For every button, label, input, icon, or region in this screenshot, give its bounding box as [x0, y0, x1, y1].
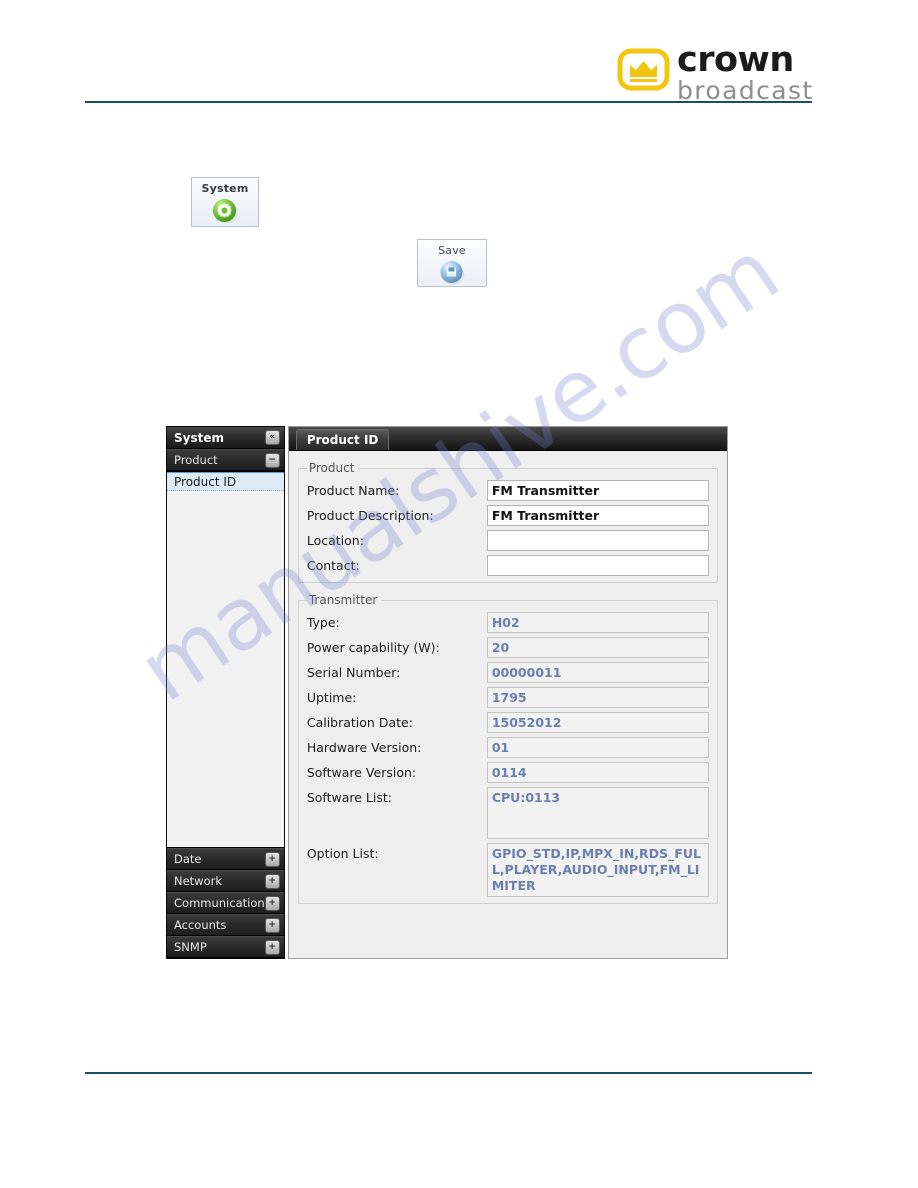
field-row-type: Type: H02 [307, 612, 709, 633]
green-gear-sphere-icon [211, 197, 239, 230]
transmitter-group-legend: Transmitter [308, 593, 378, 607]
crown-in-rounded-square-icon [617, 48, 670, 91]
tab-label: Product ID [306, 433, 379, 447]
field-row-location: Location: [307, 530, 709, 551]
product-group: Product Product Name: FM Transmitter Pro… [297, 461, 718, 583]
system-button[interactable]: System [191, 177, 259, 227]
location-input[interactable] [486, 530, 709, 551]
system-button-label: System [201, 182, 249, 195]
field-row-power-capability: Power capability (W): 20 [307, 637, 709, 658]
location-label: Location: [306, 533, 364, 548]
sidebar-section-product[interactable]: Product − [167, 449, 284, 471]
sidebar-section-date[interactable]: Date + [167, 848, 284, 870]
footer-divider [85, 1072, 812, 1074]
field-row-calibration-date: Calibration Date: 15052012 [307, 712, 709, 733]
sidebar-tree: Product ID [167, 471, 284, 848]
save-button[interactable]: Save [417, 239, 487, 287]
software-list-value: CPU:0113 [486, 787, 709, 839]
option-list-label: Option List: [306, 846, 379, 861]
type-value: H02 [486, 612, 709, 633]
sidebar-section-label: Communication [174, 896, 265, 910]
field-row-software-version: Software Version: 0114 [307, 762, 709, 783]
serial-number-label: Serial Number: [306, 665, 401, 680]
hardware-version-label: Hardware Version: [306, 740, 422, 755]
field-row-software-list: Software List: CPU:0113 [307, 787, 709, 839]
logo-secondary-text: broadcast [677, 76, 814, 106]
software-list-label: Software List: [306, 790, 392, 805]
sidebar-collapse-icon[interactable]: « [264, 430, 280, 445]
sidebar-item-product-id[interactable]: Product ID [167, 472, 284, 491]
field-row-uptime: Uptime: 1795 [307, 687, 709, 708]
sidebar-section-label: Date [174, 852, 202, 866]
product-description-input[interactable]: FM Transmitter [486, 505, 709, 526]
serial-number-value: 00000011 [486, 662, 709, 683]
sidebar-section-label: Network [174, 874, 223, 888]
sidebar-section-accounts[interactable]: Accounts + [167, 914, 284, 936]
sidebar-section-snmp[interactable]: SNMP + [167, 936, 284, 958]
calibration-date-label: Calibration Date: [306, 715, 413, 730]
option-list-value: GPIO_STD,IP,MPX_IN,RDS_FULL,PLAYER,AUDIO… [486, 843, 709, 897]
sidebar-section-label: SNMP [174, 940, 207, 954]
sidebar-section-network[interactable]: Network + [167, 870, 284, 892]
field-row-option-list: Option List: GPIO_STD,IP,MPX_IN,RDS_FULL… [307, 843, 709, 897]
system-configuration-window: System « Product − Product ID Date + Net… [166, 426, 728, 959]
sidebar-title: System [174, 430, 224, 445]
contact-label: Contact: [306, 558, 360, 573]
expand-plus-icon[interactable]: + [264, 873, 280, 889]
collapse-minus-icon[interactable]: − [264, 452, 280, 468]
sidebar-header: System « [167, 427, 284, 449]
product-name-label: Product Name: [306, 483, 400, 498]
expand-plus-icon[interactable]: + [264, 917, 280, 933]
tab-product-id[interactable]: Product ID [295, 429, 390, 450]
product-description-label: Product Description: [306, 508, 434, 523]
calibration-date-value: 15052012 [486, 712, 709, 733]
logo-primary-text: crown [677, 40, 794, 80]
software-version-label: Software Version: [306, 765, 417, 780]
field-row-hardware-version: Hardware Version: 01 [307, 737, 709, 758]
product-group-legend: Product [308, 461, 355, 475]
sidebar-item-label: Product ID [174, 474, 237, 489]
save-button-label: Save [438, 244, 466, 257]
software-version-value: 0114 [486, 762, 709, 783]
contact-input[interactable] [486, 555, 709, 576]
sidebar-section-label: Accounts [174, 918, 227, 932]
field-row-product-name: Product Name: FM Transmitter [307, 480, 709, 501]
brand-logo: crown broadcast [617, 40, 814, 106]
expand-plus-icon[interactable]: + [264, 939, 280, 955]
content-panel: Product ID Product Product Name: FM Tran… [287, 426, 728, 959]
panel-body: Product Product Name: FM Transmitter Pro… [288, 451, 727, 958]
header-divider [85, 101, 812, 103]
expand-plus-icon[interactable]: + [264, 851, 280, 867]
sidebar: System « Product − Product ID Date + Net… [166, 426, 285, 959]
product-name-input[interactable]: FM Transmitter [486, 480, 709, 501]
tab-bar: Product ID [288, 427, 727, 451]
sidebar-bottom-sections: Date + Network + Communication + Account… [167, 848, 284, 958]
field-row-contact: Contact: [307, 555, 709, 576]
hardware-version-value: 01 [486, 737, 709, 758]
power-capability-value: 20 [486, 637, 709, 658]
field-row-serial-number: Serial Number: 00000011 [307, 662, 709, 683]
blue-save-sphere-icon [438, 259, 466, 291]
sidebar-section-label: Product [174, 453, 218, 467]
uptime-label: Uptime: [306, 690, 357, 705]
type-label: Type: [306, 615, 340, 630]
field-row-product-description: Product Description: FM Transmitter [307, 505, 709, 526]
power-capability-label: Power capability (W): [306, 640, 440, 655]
expand-plus-icon[interactable]: + [264, 895, 280, 911]
transmitter-group: Transmitter Type: H02 Power capability (… [297, 593, 718, 904]
uptime-value: 1795 [486, 687, 709, 708]
sidebar-section-communication[interactable]: Communication + [167, 892, 284, 914]
